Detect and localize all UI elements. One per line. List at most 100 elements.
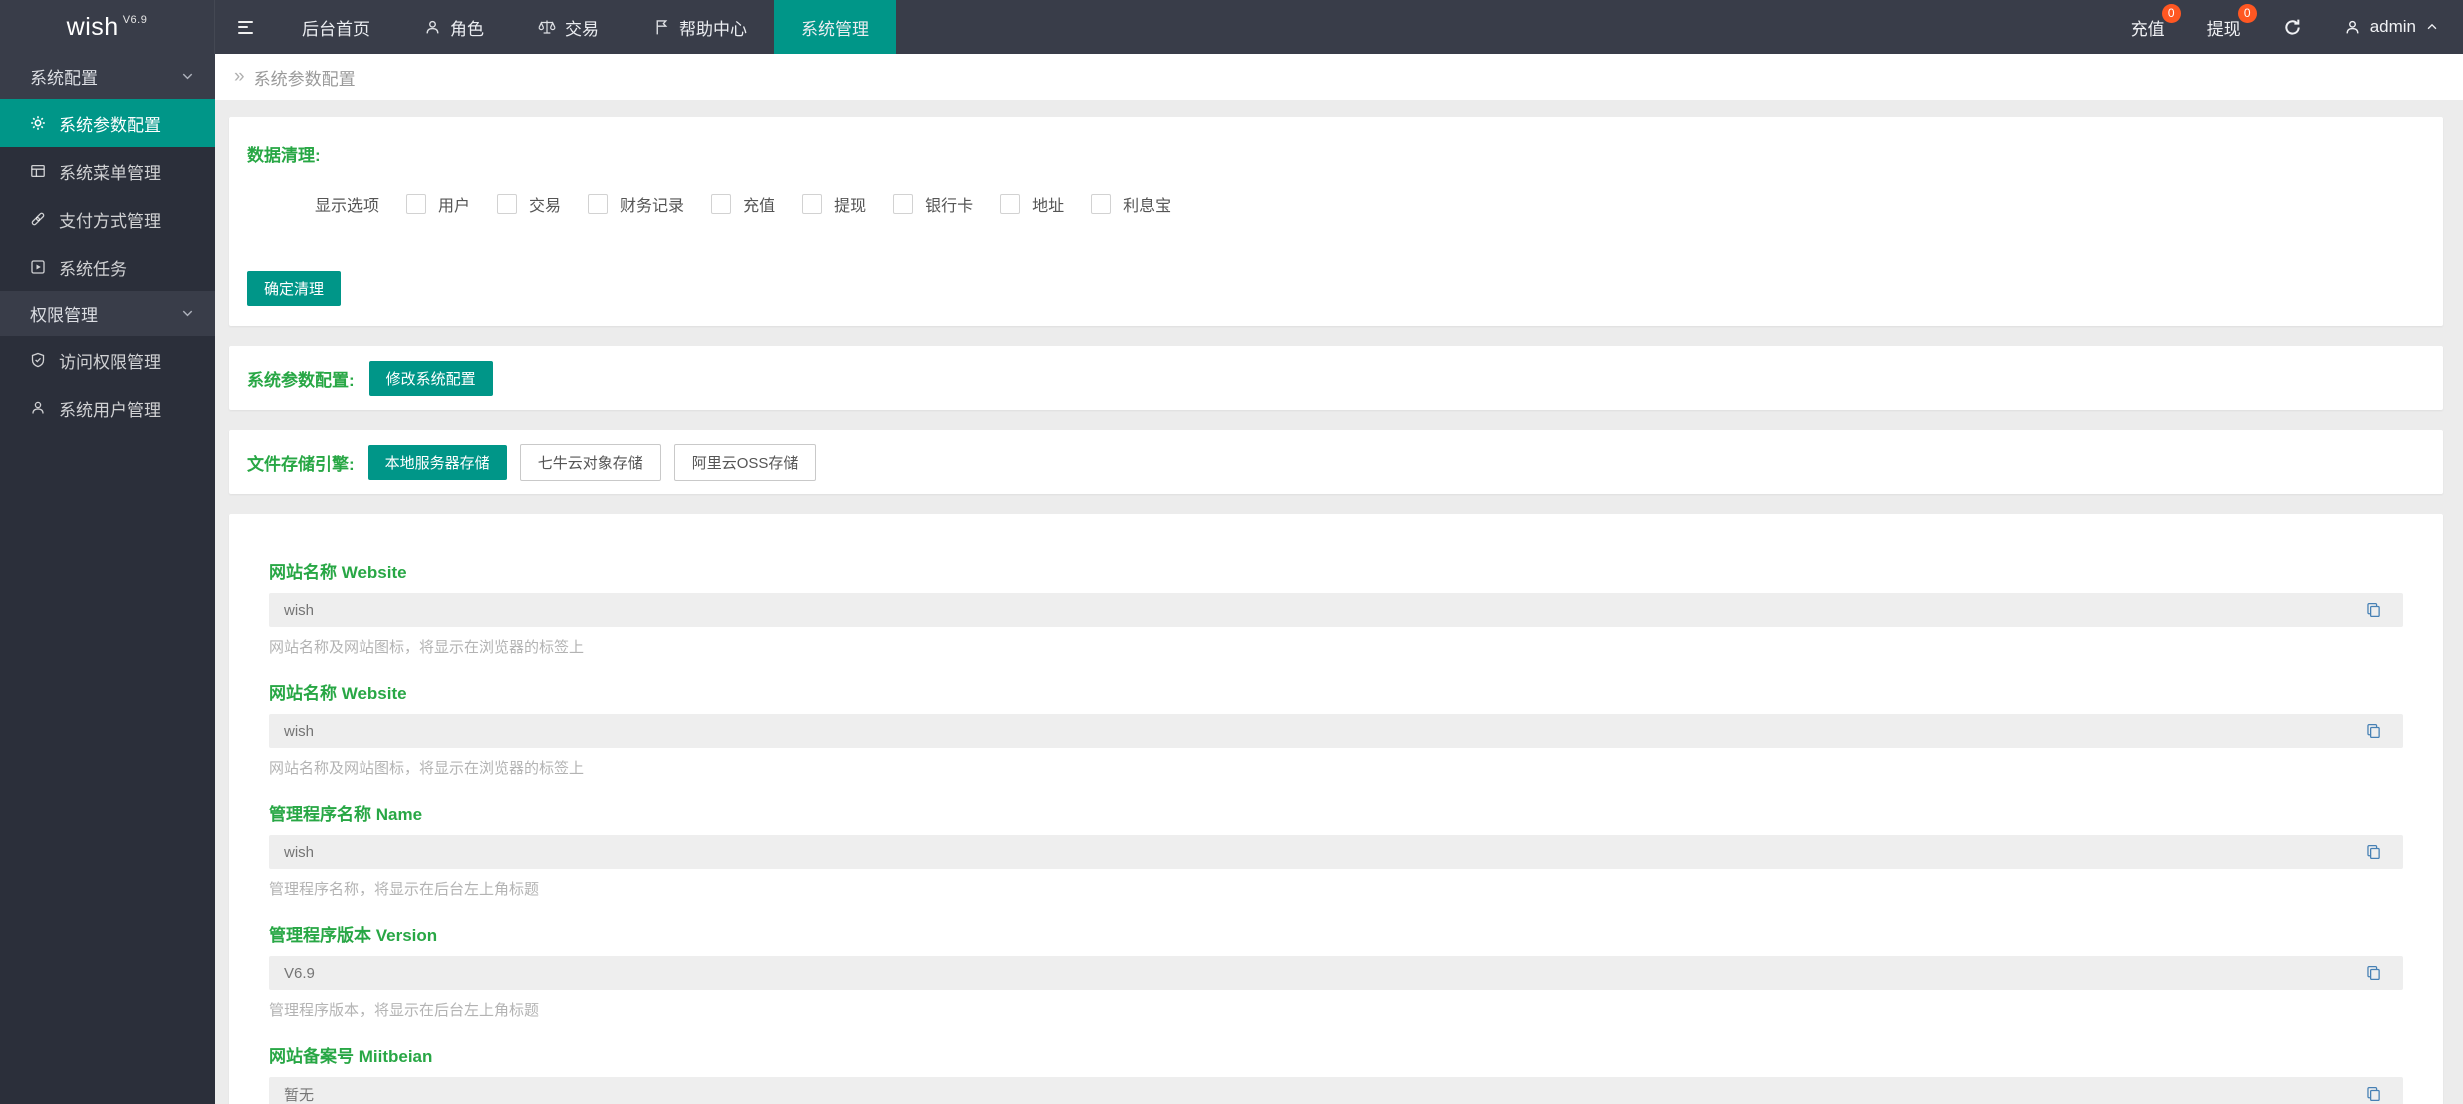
app-logo: wish V6.9 [0,0,215,54]
checkbox-box[interactable] [406,194,426,214]
withdraw-link[interactable]: 提现 0 [2207,15,2241,40]
recharge-badge: 0 [2162,4,2181,23]
sidebar-toggle-icon[interactable] [215,0,275,54]
checkbox-box[interactable] [711,194,731,214]
nav-item-trade[interactable]: 交易 [511,0,626,54]
withdraw-label: 提现 [2207,20,2241,39]
checkbox-box[interactable] [1091,194,1111,214]
sidebar-item-label: 系统任务 [59,255,127,280]
admin-version-input[interactable] [269,956,2403,990]
storage-option-aliyun-oss-button[interactable]: 阿里云OSS存储 [674,444,817,481]
copy-icon[interactable] [2365,723,2382,740]
field-label: 网站名称 Website [269,558,2403,583]
checkbox-addresses[interactable]: 地址 [1000,192,1064,216]
breadcrumb-title: 系统参数配置 [254,65,356,90]
sidebar-item-label: 系统用户管理 [59,396,161,421]
sidebar-item-system-users[interactable]: 系统用户管理 [0,384,215,432]
chevron-down-icon [180,69,195,84]
main-nav: 后台首页 角色 交易 帮助中心 系统管理 [275,0,896,54]
copy-icon[interactable] [2365,1086,2382,1103]
navbar-right: 充值 0 提现 0 admin [2131,0,2463,54]
checkbox-label: 银行卡 [925,192,973,216]
storage-option-qiniu-button[interactable]: 七牛云对象存储 [520,444,661,481]
checkbox-withdrawals[interactable]: 提现 [802,192,866,216]
checkbox-box[interactable] [497,194,517,214]
checkbox-box[interactable] [802,194,822,214]
system-params-label: 系统参数配置: [247,366,355,391]
checkbox-finance-records[interactable]: 财务记录 [588,192,684,216]
top-navbar: wish V6.9 后台首页 角色 交易 帮助中心 [0,0,2463,54]
storage-engine-card: 文件存储引擎: 本地服务器存储 七牛云对象存储 阿里云OSS存储 [229,430,2443,494]
checkbox-label: 提现 [834,192,866,216]
checkbox-interest-treasure[interactable]: 利息宝 [1091,192,1171,216]
breadcrumb-caret-icon: » [234,66,245,88]
field-miitbeian: 网站备案号 Miitbeian 网站备案号，可以在备案管理中心查询获取，将显示在… [269,1042,2403,1104]
app-logo-text: wish [67,13,119,42]
field-help: 网站名称及网站图标，将显示在浏览器的标签上 [269,636,2403,657]
copy-icon[interactable] [2365,844,2382,861]
site-settings-form-card: 网站名称 Website 网站名称及网站图标，将显示在浏览器的标签上 网站名称 … [229,514,2443,1104]
field-admin-version: 管理程序版本 Version 管理程序版本，将显示在后台左上角标题 [269,921,2403,1020]
cleanup-options-row: 显示选项 用户 交易 财务记录 充值 提现 [315,192,2425,216]
data-cleanup-title: 数据清理: [247,141,2425,166]
checkbox-trades[interactable]: 交易 [497,192,561,216]
app-version: V6.9 [123,14,148,26]
nav-item-dashboard[interactable]: 后台首页 [275,0,397,54]
checkbox-box[interactable] [588,194,608,214]
sidebar-section-system-config[interactable]: 系统配置 [0,54,215,99]
admin-username: admin [2370,17,2416,37]
nav-item-label: 交易 [565,15,599,40]
sidebar-item-system-menu[interactable]: 系统菜单管理 [0,147,215,195]
nav-item-help-center[interactable]: 帮助中心 [626,0,774,54]
shield-check-icon [30,352,46,368]
admin-user-menu[interactable]: admin [2344,17,2439,37]
scales-icon [538,18,556,36]
checkbox-bank-cards[interactable]: 银行卡 [893,192,973,216]
website-name-input-2[interactable] [269,714,2403,748]
gear-icon [30,115,46,131]
checkbox-users[interactable]: 用户 [406,192,470,216]
display-options-label: 显示选项 [315,192,379,216]
checkbox-box[interactable] [1000,194,1020,214]
sidebar-item-system-tasks[interactable]: 系统任务 [0,243,215,291]
sidebar: 系统配置 系统参数配置 系统菜单管理 支付方式管理 系统任务 权限管理 [0,54,215,1104]
modify-system-config-button[interactable]: 修改系统配置 [369,361,493,396]
field-help: 管理程序名称，将显示在后台左上角标题 [269,878,2403,899]
task-play-icon [30,259,46,275]
checkbox-box[interactable] [893,194,913,214]
recharge-label: 充值 [2131,20,2165,39]
sidebar-section-permissions[interactable]: 权限管理 [0,291,215,336]
sidebar-item-payment-methods[interactable]: 支付方式管理 [0,195,215,243]
recharge-link[interactable]: 充值 0 [2131,15,2165,40]
confirm-cleanup-button[interactable]: 确定清理 [247,271,341,306]
checkbox-label: 利息宝 [1123,192,1171,216]
nav-item-system-management[interactable]: 系统管理 [774,0,896,54]
checkbox-label: 充值 [743,192,775,216]
checkbox-recharges[interactable]: 充值 [711,192,775,216]
refresh-icon [2283,18,2302,37]
field-label: 管理程序名称 Name [269,800,2403,825]
person-icon [2344,19,2361,36]
miitbeian-input[interactable] [269,1077,2403,1104]
copy-icon[interactable] [2365,602,2382,619]
nav-item-roles[interactable]: 角色 [397,0,511,54]
field-label: 网站备案号 Miitbeian [269,1042,2403,1067]
field-website-name-1: 网站名称 Website 网站名称及网站图标，将显示在浏览器的标签上 [269,558,2403,657]
admin-name-input[interactable] [269,835,2403,869]
field-label: 网站名称 Website [269,679,2403,704]
refresh-button[interactable] [2283,18,2302,37]
chevron-up-icon [2425,20,2439,34]
sidebar-section-title: 权限管理 [30,301,98,326]
nav-item-label: 帮助中心 [679,15,747,40]
website-name-input-1[interactable] [269,593,2403,627]
sidebar-item-system-params[interactable]: 系统参数配置 [0,99,215,147]
sidebar-item-access-permissions[interactable]: 访问权限管理 [0,336,215,384]
sidebar-item-label: 系统参数配置 [59,111,161,136]
data-cleanup-card: 数据清理: 显示选项 用户 交易 财务记录 充值 提现 [229,117,2443,326]
checkbox-label: 用户 [438,192,470,216]
copy-icon[interactable] [2365,965,2382,982]
chevron-down-icon [180,306,195,321]
breadcrumb: » 系统参数配置 [215,54,2463,100]
checkbox-label: 交易 [529,192,561,216]
storage-option-local-button[interactable]: 本地服务器存储 [368,445,507,480]
